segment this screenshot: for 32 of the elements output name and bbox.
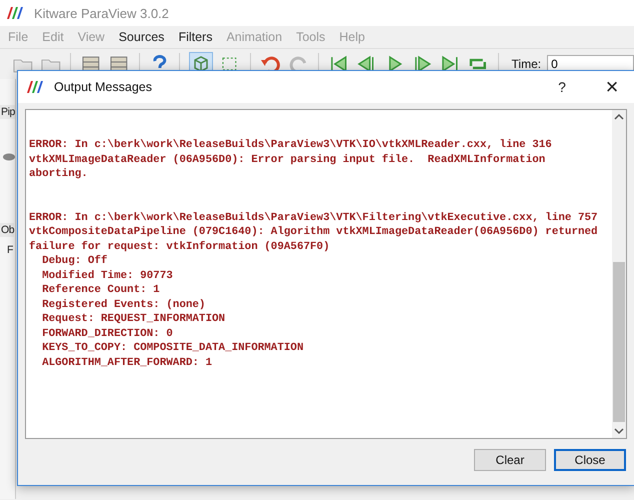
message-line: aborting. xyxy=(29,167,89,182)
dialog-button[interactable]: Clear xyxy=(474,449,546,471)
scroll-down-icon[interactable] xyxy=(613,426,625,436)
message-line: vtkCompositeDataPipeline (079C1640): Algorithm vtkXMLImageDataReader(06A956D0) returned xyxy=(29,225,599,240)
message-line: FORWARD_DIRECTION: 0 xyxy=(41,326,174,341)
message-line: Reference Count: 1 xyxy=(41,283,161,298)
message-line: KEYS_TO_COPY: COMPOSITE_DATA_INFORMATION xyxy=(41,341,304,356)
message-line: Modified Time: 90773 xyxy=(41,268,174,283)
dialog-button[interactable]: Close xyxy=(554,449,626,471)
scrollbar[interactable] xyxy=(612,110,626,438)
message-line: failure for request: vtkInformation (09A567F0) xyxy=(29,240,331,254)
logo-icon xyxy=(6,6,26,20)
logo-icon xyxy=(26,80,46,94)
close-button[interactable]: × xyxy=(590,74,634,100)
scroll-thumb[interactable] xyxy=(613,262,625,422)
window-title: Kitware ParaView 3.0.2 xyxy=(34,6,169,20)
properties-tab[interactable]: F xyxy=(6,243,14,257)
message-line: ERROR: In c:\berk\work\ReleaseBuilds\ParaView3\VTK\Filtering\vtkExecutive.cxx, line 757 xyxy=(29,210,599,225)
help-button[interactable]: ? xyxy=(542,79,582,95)
message-line: vtkXMLImageDataReader (06A956D0): Error parsing input file. ReadXMLInformation xyxy=(29,152,546,167)
message-line: Registered Events: (none) xyxy=(41,298,206,312)
pipeline-tab[interactable]: Pip xyxy=(0,105,15,119)
message-line: ERROR: In c:\berk\work\ReleaseBuilds\ParaView3\VTK\IO\vtkXMLReader.cxx, line 316 xyxy=(29,138,553,152)
message-line: Debug: Off xyxy=(41,254,108,268)
object-tab[interactable]: Ob xyxy=(0,223,14,237)
menu-item[interactable]: Sources xyxy=(112,28,170,46)
dialog-title: Output Messages xyxy=(54,80,153,94)
menu-item[interactable]: Filters xyxy=(172,28,218,46)
message-line: ALGORITHM_AFTER_FORWARD: 1 xyxy=(41,356,213,370)
message-line: Request: REQUEST_INFORMATION xyxy=(41,312,226,326)
time-label: Time: xyxy=(512,57,542,71)
scroll-up-icon[interactable] xyxy=(613,112,625,122)
